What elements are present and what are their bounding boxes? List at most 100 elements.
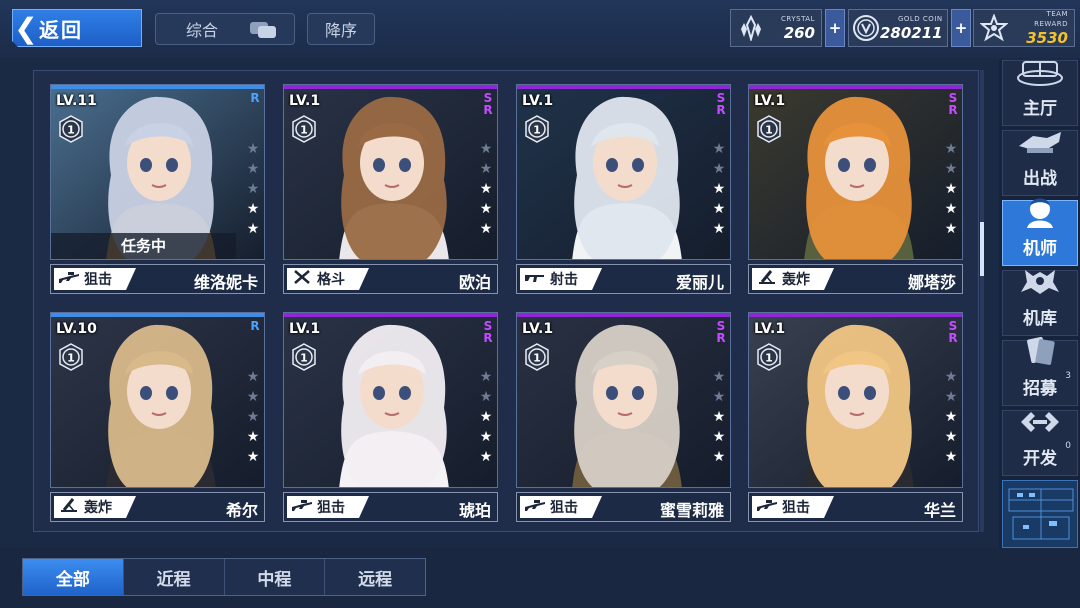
pilot-portrait: LV.10 1 R ★ ★ ★ ★ ★ [50, 312, 265, 488]
star-icon: ★ [944, 429, 958, 445]
star-icon: ★ [479, 141, 493, 157]
class-label: 狙击 [317, 500, 345, 516]
pilot-name: 华兰 [923, 501, 956, 520]
rank-badge-icon: 1 [525, 115, 549, 143]
class-tag: 狙击 [752, 496, 834, 518]
class-tag: 轰炸 [54, 496, 136, 518]
assault-rifle-icon [524, 269, 546, 289]
scrollbar-thumb[interactable] [980, 222, 984, 276]
nav-item-label: 招募 [1023, 379, 1057, 399]
rarity-label: SR [946, 319, 960, 343]
class-tag: 格斗 [287, 268, 369, 290]
pilot-name: 琥珀 [458, 501, 491, 520]
star-icon: ★ [479, 449, 493, 465]
star-icon: ★ [944, 389, 958, 405]
sort-combo-button[interactable]: 综合 [155, 13, 295, 45]
star-icon: ★ [712, 409, 726, 425]
rank-badge-icon: 1 [525, 343, 549, 371]
range-filter-tabs: 全部 近程 中程 远程 [22, 558, 426, 596]
gold-caption: GOLD COIN [897, 15, 943, 23]
sort-combo-label: 综合 [186, 21, 219, 40]
pilot-info-bar: 轰炸 娜塔莎 [748, 264, 963, 294]
minimap-thumbnail[interactable] [1002, 480, 1078, 548]
rank-badge-icon: 1 [59, 343, 83, 371]
star-icon: ★ [944, 369, 958, 385]
star-rating: ★ ★ ★ ★ ★ [711, 369, 727, 465]
star-rating: ★ ★ ★ ★ ★ [711, 141, 727, 237]
pilot-card[interactable]: LV.10 1 R ★ ★ ★ ★ ★ 轰炸 希尔 [50, 312, 265, 522]
rank-badge-icon: 1 [757, 343, 781, 371]
star-rating: ★ ★ ★ ★ ★ [478, 369, 494, 465]
back-button[interactable]: ❮ 返回 [12, 9, 142, 47]
mortar-icon [58, 497, 80, 517]
rank-badge-icon: 1 [292, 115, 316, 143]
pilot-info-bar: 格斗 欧泊 [283, 264, 498, 294]
star-rating: ★ ★ ★ ★ ★ [245, 369, 261, 465]
sniper-rifle-icon [58, 269, 80, 289]
rank-value: 1 [67, 352, 75, 365]
star-icon: ★ [944, 449, 958, 465]
pilot-card[interactable]: LV.1 1 SR ★ ★ ★ ★ ★ 射击 爱丽儿 [516, 84, 731, 294]
filter-tab[interactable]: 近程 [124, 559, 225, 595]
pilot-card[interactable]: LV.11 1 R ★ ★ ★ ★ ★ 任务中 狙击 维洛妮卡 [50, 84, 265, 294]
nav-count-badge: 3 [1065, 371, 1071, 381]
class-tag: 狙击 [54, 268, 136, 290]
add-crystal-button[interactable]: + [825, 9, 845, 47]
nav-item-develop[interactable]: 开发 0 [1002, 410, 1078, 476]
team-reward-icon [977, 11, 1011, 45]
pilot-level: LV.10 [56, 321, 97, 337]
star-icon: ★ [712, 449, 726, 465]
pilot-card[interactable]: LV.1 1 SR ★ ★ ★ ★ ★ 狙击 琥珀 [283, 312, 498, 522]
sniper-rifle-icon [756, 497, 778, 517]
crystal-icon [734, 11, 768, 45]
pilot-card[interactable]: LV.1 1 SR ★ ★ ★ ★ ★ 格斗 欧泊 [283, 84, 498, 294]
star-icon: ★ [246, 409, 260, 425]
team-reward-value: 3530 [1026, 29, 1068, 47]
star-icon: ★ [712, 141, 726, 157]
sort-order-button[interactable]: 降序 [307, 13, 375, 45]
pilot-card[interactable]: LV.1 1 SR ★ ★ ★ ★ ★ 狙击 华兰 [748, 312, 963, 522]
star-icon: ★ [246, 141, 260, 157]
nav-item-sortie[interactable]: 出战 [1002, 130, 1078, 196]
back-button-label: 返回 [39, 17, 83, 42]
class-tag: 狙击 [520, 496, 602, 518]
filter-tab[interactable]: 远程 [325, 559, 425, 595]
nav-item-main-hall[interactable]: 主厅 [1002, 60, 1078, 126]
pilot-portrait: LV.1 1 SR ★ ★ ★ ★ ★ [283, 312, 498, 488]
rarity-strip [51, 313, 264, 317]
pilot-card[interactable]: LV.1 1 SR ★ ★ ★ ★ ★ 狙击 蜜雪莉雅 [516, 312, 731, 522]
star-rating: ★ ★ ★ ★ ★ [245, 141, 261, 237]
star-icon: ★ [944, 201, 958, 217]
pilot-level: LV.1 [522, 321, 554, 337]
star-icon: ★ [712, 369, 726, 385]
star-icon: ★ [944, 161, 958, 177]
nav-item-hangar[interactable]: 机库 [1002, 270, 1078, 336]
gold-value: 280211 [880, 24, 943, 42]
side-navigation: 主厅 出战 机师 机库 招募 3 开发 0 [999, 60, 1080, 550]
rank-value: 1 [300, 352, 308, 365]
rarity-label: SR [481, 319, 495, 343]
pilot-name: 欧泊 [458, 273, 491, 292]
scrollbar-track[interactable] [980, 70, 984, 532]
filter-tab[interactable]: 中程 [225, 559, 326, 595]
mortar-icon [756, 269, 778, 289]
pilot-icon [1013, 196, 1067, 234]
rank-value: 1 [67, 124, 75, 137]
crystal-caption: CRYSTAL [781, 15, 815, 23]
rarity-label: R [248, 91, 262, 103]
star-icon: ★ [479, 409, 493, 425]
star-rating: ★ ★ ★ ★ ★ [943, 141, 959, 237]
star-icon: ★ [944, 181, 958, 197]
pilot-level: LV.1 [289, 321, 321, 337]
add-gold-button[interactable]: + [951, 9, 971, 47]
filter-tab[interactable]: 全部 [23, 559, 124, 595]
pilot-level: LV.1 [289, 93, 321, 109]
nav-item-pilot[interactable]: 机师 [1002, 198, 1078, 266]
star-rating: ★ ★ ★ ★ ★ [478, 141, 494, 237]
nav-item-recruit[interactable]: 招募 3 [1002, 336, 1078, 406]
pilot-portrait: LV.11 1 R ★ ★ ★ ★ ★ 任务中 [50, 84, 265, 260]
pilot-card[interactable]: LV.1 1 SR ★ ★ ★ ★ ★ 轰炸 娜塔莎 [748, 84, 963, 294]
crossed-swords-icon [291, 269, 313, 289]
nav-item-label: 机师 [1023, 239, 1057, 259]
star-icon: ★ [712, 201, 726, 217]
